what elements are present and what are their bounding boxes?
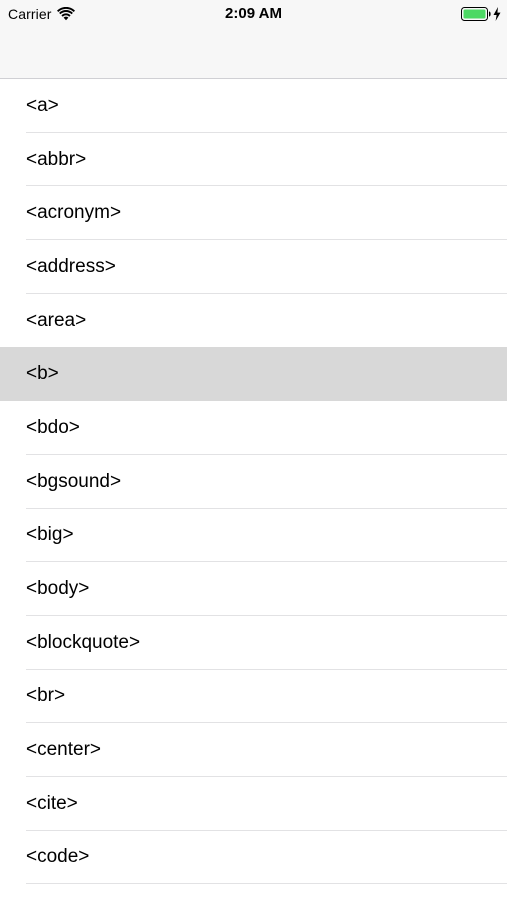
list-item[interactable]: <body> [0, 562, 507, 616]
list-item[interactable]: <center> [0, 723, 507, 777]
list-item-label: <big> [26, 524, 74, 546]
list-item-label: <bdo> [26, 416, 80, 438]
list-item[interactable]: <cite> [0, 776, 507, 831]
list-item[interactable]: <address> [0, 240, 507, 294]
list-item-label: <br> [26, 685, 66, 707]
list-item[interactable]: <code> [0, 830, 507, 885]
list-item[interactable]: <br> [0, 669, 507, 724]
navigation-bar [0, 28, 507, 79]
list-item-label: <center> [26, 739, 101, 761]
list-item[interactable]: <blockquote> [0, 615, 507, 670]
list-item[interactable]: <abbr> [0, 132, 507, 187]
list-item-label: <blockquote> [26, 631, 141, 653]
battery-icon [461, 7, 491, 21]
list-item-label: <address> [26, 255, 116, 277]
list-item[interactable]: <bdo> [0, 401, 507, 455]
status-bar: Carrier 2:09 AM [0, 0, 507, 28]
list-item-label: <acronym> [26, 202, 122, 224]
list-item-label: <area> [26, 309, 87, 331]
list-item-label: <b> [26, 363, 59, 385]
status-time: 2:09 AM [225, 5, 282, 22]
list-item[interactable]: <bgsound> [0, 454, 507, 509]
list-item[interactable]: <a> [0, 79, 507, 133]
list-item-label: <a> [26, 94, 59, 116]
list-item[interactable]: <acronym> [0, 186, 507, 241]
list-item[interactable]: <big> [0, 508, 507, 563]
html-tag-list: <a> <abbr> <acronym> <address> <area> <b… [0, 79, 507, 885]
list-item-selected[interactable]: <b> [0, 347, 507, 402]
list-item-label: <code> [26, 846, 90, 868]
charging-bolt-icon [493, 7, 501, 21]
battery-indicator [461, 6, 501, 22]
list-item-label: <abbr> [26, 148, 87, 170]
list-item-label: <body> [26, 578, 90, 600]
list-item[interactable]: <area> [0, 293, 507, 348]
list-item-label: <cite> [26, 792, 78, 814]
list-item-label: <bgsound> [26, 470, 122, 492]
